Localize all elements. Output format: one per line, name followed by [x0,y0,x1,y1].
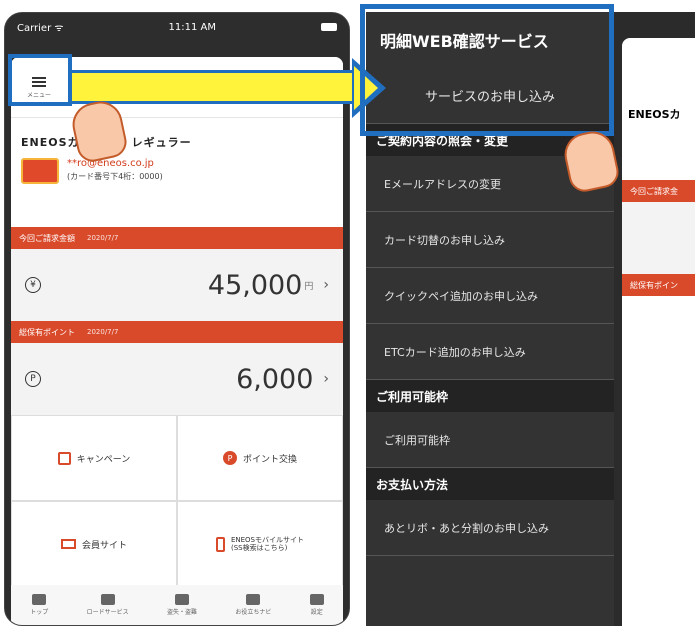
mobile-site-button[interactable]: ENEOSモバイルサイト (SS検索はこちら) [177,501,343,587]
points-exchange-label: ポイント交換 [242,454,297,465]
peek-header [622,38,695,98]
status-bar: Carrier ᯤ 11:11 AM [5,13,349,41]
tab-navi[interactable]: お役立ちナビ [235,594,271,616]
peek-spacer [622,130,695,180]
menu-item-quickpay[interactable]: クイックペイ追加のお申し込み [366,268,614,324]
tab-theft[interactable]: 盗失・盗難 [167,594,197,616]
tow-truck-icon [100,594,115,605]
highlight-menu-button [8,54,72,106]
menu-item-card-switch[interactable]: カード切替のお申し込み [366,212,614,268]
tab-top[interactable]: トップ [30,594,48,616]
app-screen: メニュー ENEOSカード CB レギュラー **ro@eneos.co.jp … [11,57,343,601]
member-site-button[interactable]: 会員サイト [11,501,177,587]
menu-section-payment: お支払い方法 [366,468,614,500]
campaign-button[interactable]: キャンペーン [11,415,177,501]
menu-item-limit[interactable]: ご利用可能枠 [366,412,614,468]
menu-item-etc[interactable]: ETCカード追加のお申し込み [366,324,614,380]
card-number: (カード番号下4桁：0000) [67,172,163,181]
points-exchange-button[interactable]: P ポイント交換 [177,415,343,501]
card-info: ENEOSカード CB レギュラー **ro@eneos.co.jp (カード番… [11,117,343,227]
tab-settings[interactable]: 設定 [309,594,324,616]
warning-icon [174,594,189,605]
card-image [21,158,59,184]
campaign-label: キャンペーン [76,454,131,465]
mobile-site-label: ENEOSモバイルサイト [230,535,305,544]
mobile-site-sub: (SS検索はこちら) [230,544,288,552]
peek-card-name: ENEOSカ [628,108,681,121]
peek-billing-label: 今回ご請求金 [622,180,695,202]
shortcut-grid: キャンペーン P ポイント交換 会員サイト ENEOSモバイルサイト (SS検索… [11,415,343,587]
points-header: 総保有ポイント 2020/7/7 [11,321,343,343]
points-row[interactable]: P 6,000 › [11,343,343,415]
tab-bar: トップ ロードサービス 盗失・盗難 お役立ちナビ 設定 [11,585,343,625]
monitor-icon [60,539,76,549]
tab-road-service[interactable]: ロードサービス [87,594,129,616]
billing-date: 2020/7/7 [87,234,119,242]
chevron-right-icon: › [323,277,329,293]
billing-unit: 円 [304,281,314,292]
car-icon [246,594,261,605]
menu-section-limit: ご利用可能枠 [366,380,614,412]
guide-arrow [72,70,358,104]
yen-icon: ¥ [25,277,41,293]
gear-icon [309,594,324,605]
peek-points-label: 総保有ポイン [622,274,695,296]
app-screen-peek: ENEOSカ 今回ご請求金 総保有ポイン [622,38,695,626]
billing-label: 今回ご請求金額 [19,233,75,243]
card-name: ENEOSカード CB レギュラー [21,136,192,149]
tab-label: トップ [30,609,49,616]
carrier-label: Carrier ᯤ [17,23,64,34]
battery-icon [320,23,337,31]
calendar-icon [57,451,71,465]
card-icon [32,594,47,605]
member-site-label: 会員サイト [81,540,127,551]
points-icon: P [25,371,41,387]
menu-item-revo[interactable]: あとリボ・あと分割のお申し込み [366,500,614,556]
billing-amount: 45,000 [207,269,303,301]
smartphone-icon [215,536,225,552]
highlight-menu-title [360,4,614,136]
points-label: 総保有ポイント [19,327,75,337]
clock: 11:11 AM [168,21,216,33]
tab-label: ロードサービス [86,609,129,616]
tab-label: 盗失・盗難 [166,609,197,616]
tab-label: お役立ちナビ [235,609,272,616]
chevron-right-icon: › [323,371,329,387]
billing-header: 今回ご請求金額 2020/7/7 [11,227,343,249]
p-icon: P [222,451,237,465]
tab-label: 設定 [310,609,323,616]
peek-billing-row [622,202,695,274]
points-date: 2020/7/7 [87,328,119,336]
billing-row[interactable]: ¥ 45,000 円 › [11,249,343,321]
card-email: **ro@eneos.co.jp [67,158,154,169]
points-amount: 6,000 [236,363,314,395]
